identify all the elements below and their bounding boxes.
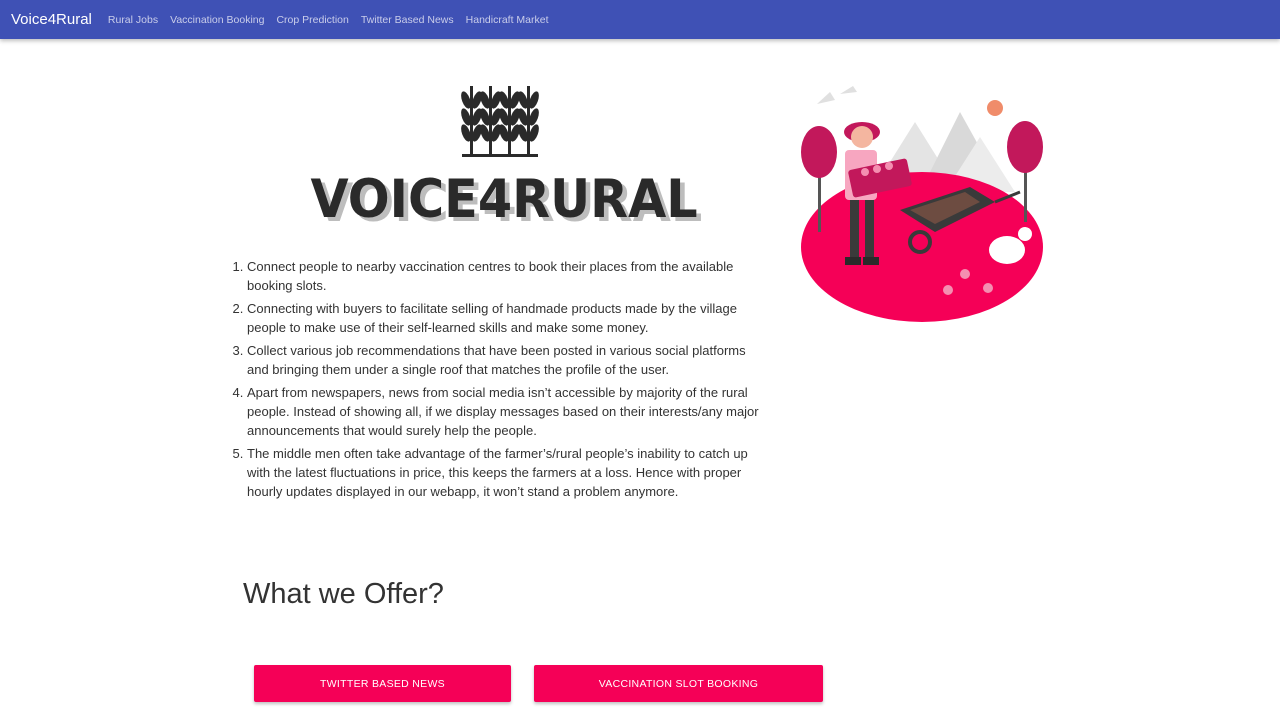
nav-link-crop-prediction[interactable]: Crop Prediction [276, 14, 348, 26]
nav-link-vaccination-booking[interactable]: Vaccination Booking [170, 14, 264, 26]
offer-title: What we Offer? [243, 578, 444, 610]
feature-list: Connect people to nearby vaccination cen… [231, 257, 761, 505]
logo: VOICE4RURAL [296, 80, 710, 230]
feature-item: The middle men often take advantage of t… [247, 444, 761, 501]
nav-link-rural-jobs[interactable]: Rural Jobs [108, 14, 158, 26]
farmer-illustration [801, 86, 1043, 322]
feature-item: Connect people to nearby vaccination cen… [247, 257, 761, 295]
twitter-news-button[interactable]: Twitter Based News [254, 665, 511, 702]
vaccination-slot-button[interactable]: Vaccination Slot Booking [534, 665, 823, 702]
brand-link[interactable]: Voice4Rural [11, 11, 92, 28]
feature-item: Collect various job recommendations that… [247, 341, 761, 379]
logo-text: VOICE4RURAL [310, 169, 698, 230]
wheat-icon [461, 86, 539, 157]
navbar: Voice4Rural Rural Jobs Vaccination Booki… [0, 0, 1280, 39]
feature-item: Connecting with buyers to facilitate sel… [247, 299, 761, 337]
feature-item: Apart from newspapers, news from social … [247, 383, 761, 440]
nav-link-handicraft-market[interactable]: Handicraft Market [466, 14, 549, 26]
nav-link-twitter-news[interactable]: Twitter Based News [361, 14, 454, 26]
